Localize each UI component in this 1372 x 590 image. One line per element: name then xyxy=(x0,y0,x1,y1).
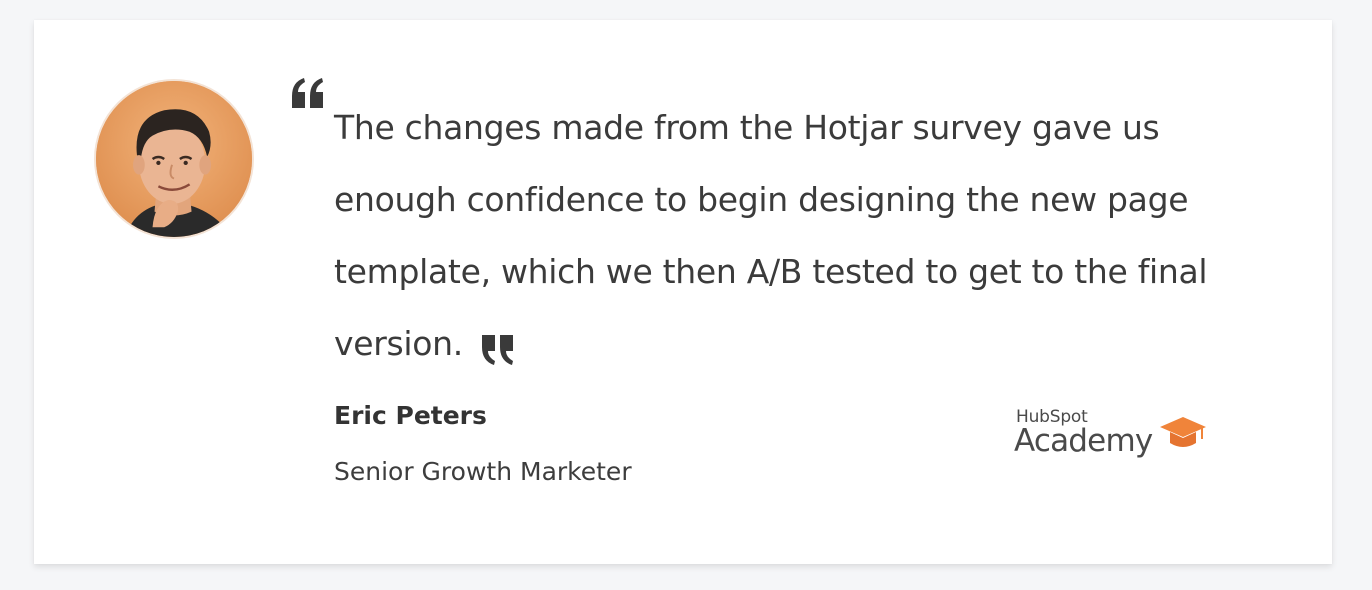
quote-close-icon xyxy=(481,335,513,365)
hubspot-academy-logo: HubSpot Academy xyxy=(1014,407,1214,467)
graduation-cap-icon xyxy=(1160,417,1206,447)
quote-open-icon xyxy=(292,78,323,108)
testimonial-card: The changes made from the Hotjar survey … xyxy=(34,20,1332,564)
author-title: Senior Growth Marketer xyxy=(334,457,632,486)
logo-line2: Academy xyxy=(1014,423,1153,459)
author-name: Eric Peters xyxy=(334,401,487,430)
quote-body: The changes made from the Hotjar survey … xyxy=(334,108,1208,363)
testimonial-quote: The changes made from the Hotjar survey … xyxy=(334,92,1234,380)
avatar xyxy=(94,79,254,239)
avatar-photo xyxy=(96,81,252,237)
